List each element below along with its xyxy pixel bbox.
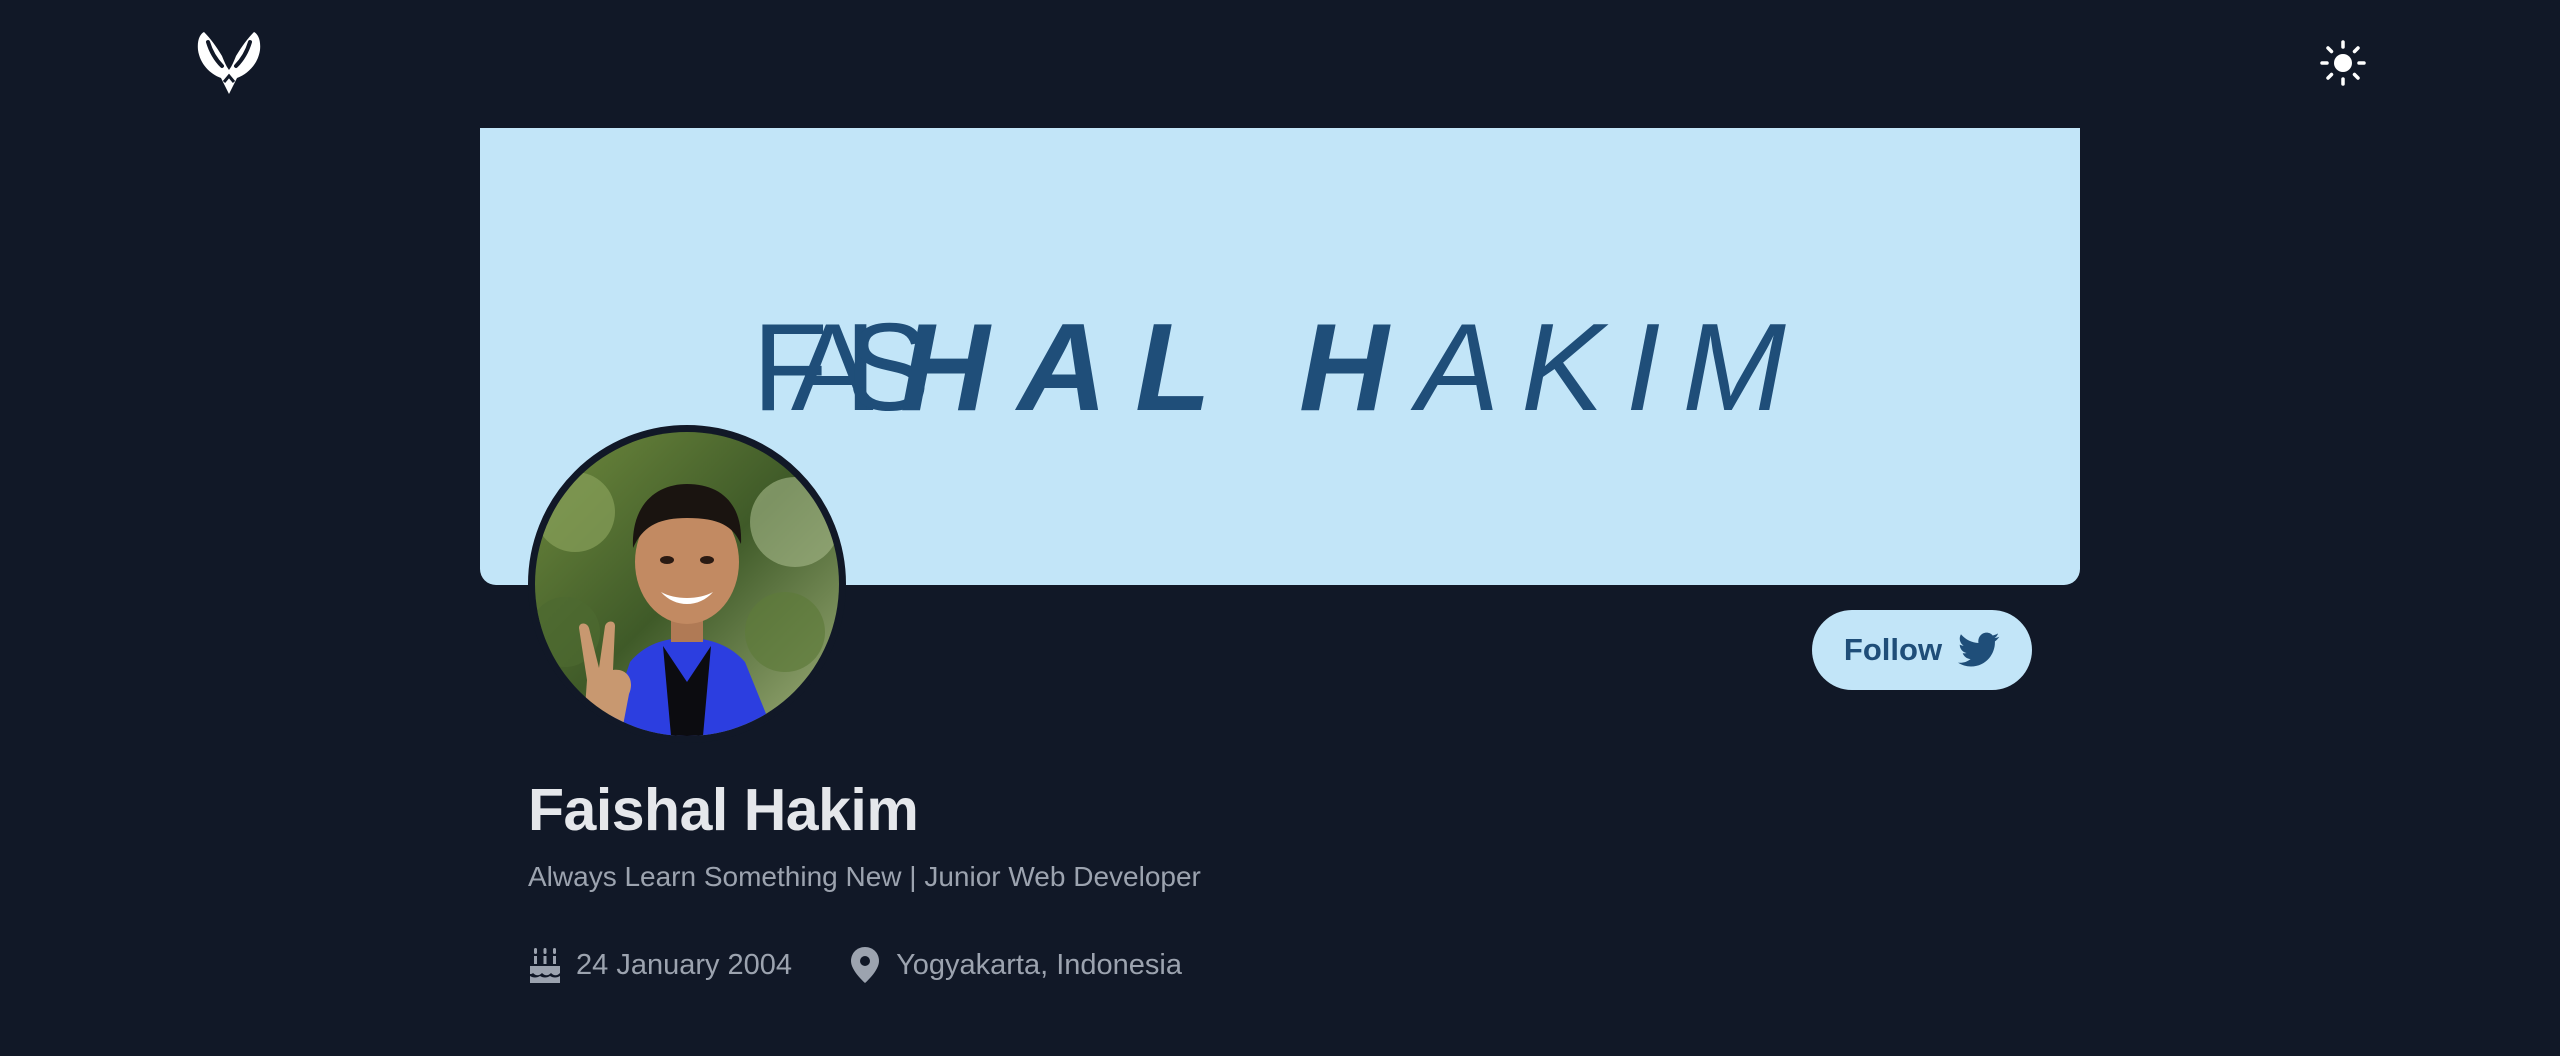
profile-photo [535,432,839,736]
profile-page: FAISHAL HAKIM Follow Faishal Hakim Alway… [0,0,2560,1056]
birthday-item: 24 January 2004 [528,946,792,984]
profile-tagline: Always Learn Something New | Junior Web … [528,861,1201,892]
profile-meta: 24 January 2004 Yogyakarta, Indonesia [528,946,1182,984]
avatar [528,425,846,743]
follow-button-label: Follow [1843,632,1943,667]
location-item: Yogyakarta, Indonesia [848,946,1182,984]
banner-segment-light-2: AKIM [1410,299,1808,437]
birthday-text: 24 January 2004 [576,948,793,981]
winged-heart-logo-icon[interactable] [194,28,264,98]
svg-text:FAISHAL HAKIM: FAISHAL HAKIM [752,299,1808,437]
twitter-bird-icon [1958,632,2000,668]
profile-name: Faishal Hakim [528,777,919,843]
follow-button[interactable]: Follow [1812,610,2032,690]
sun-icon[interactable] [2320,40,2366,86]
map-pin-icon [848,946,882,984]
birthday-cake-icon [528,946,562,984]
location-text: Yogyakarta, Indonesia [896,948,1182,981]
banner-segment-bold: HAL H [900,299,1417,437]
